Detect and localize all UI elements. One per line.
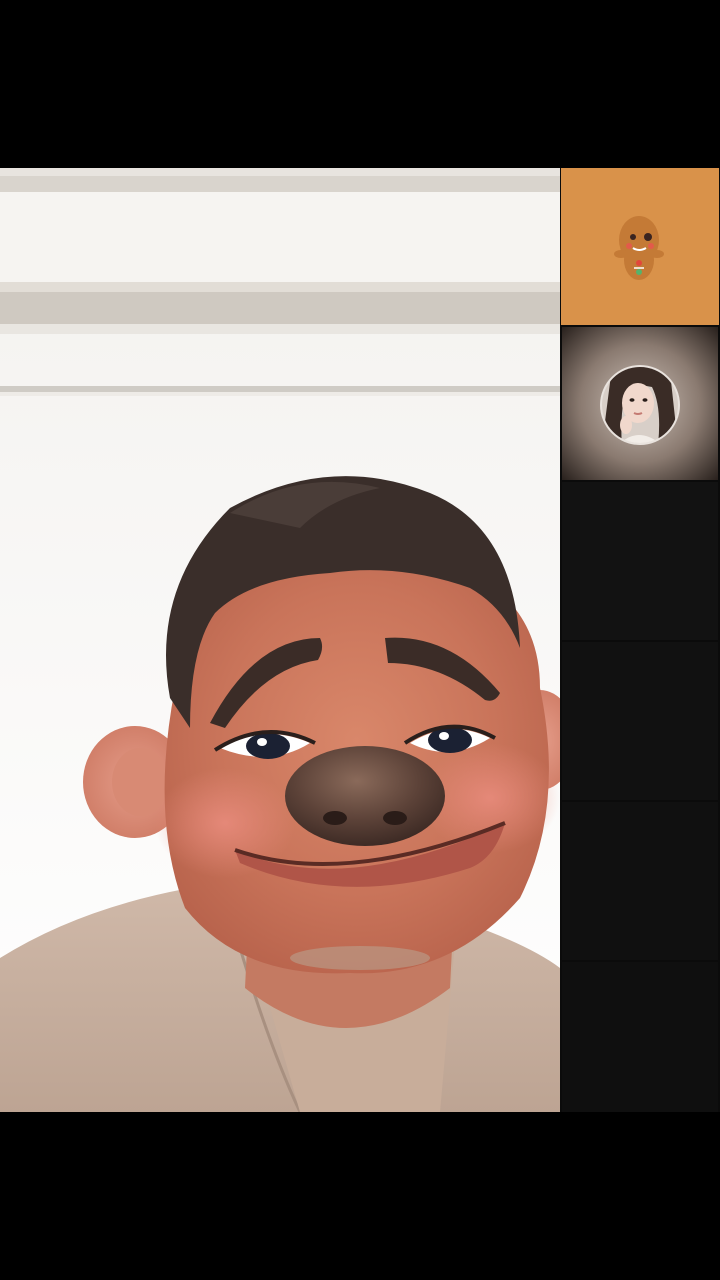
empty-participant-slot [562, 482, 718, 640]
bottom-letterbox [0, 1112, 720, 1280]
participant-tile-user[interactable] [562, 327, 718, 480]
participant-list [560, 168, 720, 1112]
cartoon-face-video [0, 168, 560, 1112]
empty-participant-slot [562, 642, 718, 800]
empty-participant-slot [562, 962, 718, 1112]
user-photo-avatar-icon [562, 327, 718, 480]
top-letterbox [0, 0, 720, 168]
gingerbread-avatar-icon [561, 168, 719, 325]
participant-tile-gingerbread[interactable] [561, 168, 719, 325]
main-video-feed[interactable] [0, 168, 560, 1112]
video-call-screen [0, 0, 720, 1280]
empty-participant-slot [562, 802, 718, 960]
